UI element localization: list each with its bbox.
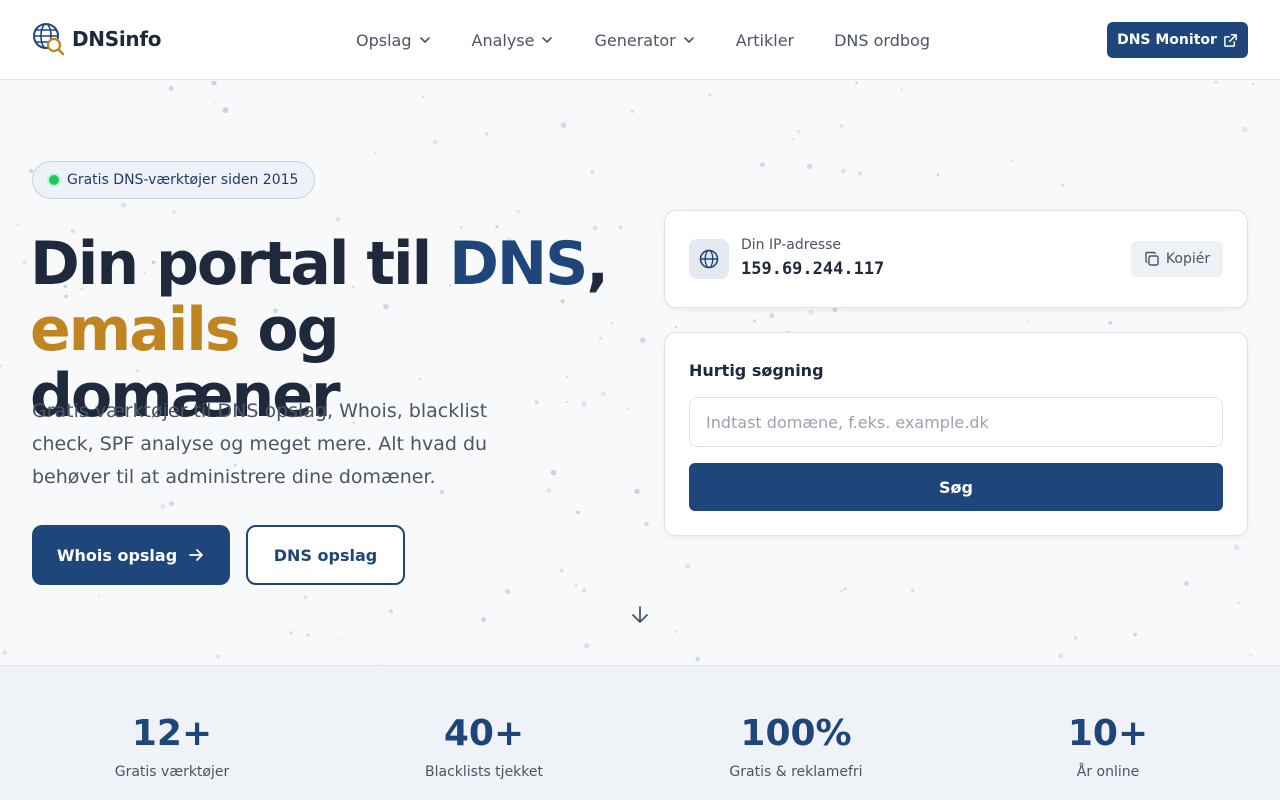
headline-highlight-emails: emails <box>30 295 241 365</box>
ip-icon-box <box>689 239 729 279</box>
nav-item-analyse[interactable]: Analyse <box>472 28 555 52</box>
status-dot <box>49 175 59 185</box>
brand-name: DNSinfo <box>72 27 162 51</box>
stat-value: 10+ <box>1067 713 1149 754</box>
nav-item-label: Analyse <box>471 30 535 50</box>
ip-address-card: Din IP-adresse 159.69.244.117 Kopiér <box>664 210 1248 308</box>
quick-search-title: Hurtig søgning <box>689 361 824 380</box>
arrow-right-icon <box>189 549 204 561</box>
stat-value: 12+ <box>131 713 213 754</box>
nav-item-opslag[interactable]: Opslag <box>356 28 432 52</box>
globe-icon <box>699 249 719 269</box>
stat-label: År online <box>1076 764 1140 780</box>
nav-item-dns-ordbog[interactable]: DNS ordbog <box>834 28 930 52</box>
copy-ip-button[interactable]: Kopiér <box>1131 241 1223 277</box>
site-header: DNSinfo Opslag Analyse Generator Artikle… <box>0 0 1280 80</box>
stats-section: 12+ Gratis værktøjer 40+ Blacklists tjek… <box>0 665 1280 800</box>
badge-text: Gratis DNS-værktøjer siden 2015 <box>67 172 299 188</box>
dns-monitor-button[interactable]: DNS Monitor <box>1107 22 1248 58</box>
headline-text: Din portal til <box>30 229 450 299</box>
external-link-icon <box>1224 33 1237 47</box>
hero-description: Gratis værktøjer til DNS opslag, Whois, … <box>32 400 488 488</box>
stat-item: 40+ Blacklists tjekket <box>334 712 634 780</box>
nav-item-label: Artikler <box>735 30 795 50</box>
hero-section: Gratis DNS-værktøjer siden 2015 Din port… <box>0 81 1280 665</box>
arrow-down-icon[interactable] <box>630 605 650 625</box>
nav-item-label: DNS ordbog <box>834 30 930 50</box>
stat-value: 100% <box>740 713 852 754</box>
whois-lookup-button[interactable]: Whois opslag <box>32 525 230 585</box>
chevron-down-icon <box>542 37 553 43</box>
dns-lookup-button[interactable]: DNS opslag <box>246 525 405 585</box>
stat-item: 10+ År online <box>958 712 1258 780</box>
main-nav: Opslag Analyse Generator Artikler DNS or… <box>356 28 970 52</box>
chevron-down-icon <box>419 37 430 43</box>
copy-icon <box>1145 251 1159 266</box>
headline-text: , <box>586 229 609 299</box>
ip-value: 159.69.244.117 <box>741 259 885 279</box>
copy-label: Kopiér <box>1165 251 1211 267</box>
stat-item: 100% Gratis & reklamefri <box>646 712 946 780</box>
chevron-down-icon <box>683 37 694 43</box>
nav-item-label: Opslag <box>356 30 412 50</box>
globe-search-logo-icon <box>33 23 64 56</box>
stat-label: Blacklists tjekket <box>425 764 543 780</box>
dns-monitor-label: DNS Monitor <box>1117 32 1217 48</box>
nav-item-generator[interactable]: Generator <box>594 28 695 52</box>
quick-search-card: Hurtig søgning Søg <box>664 332 1248 536</box>
dns-button-label: DNS opslag <box>273 545 378 565</box>
search-button[interactable]: Søg <box>689 463 1223 511</box>
whois-button-label: Whois opslag <box>56 545 178 565</box>
ip-label: Din IP-adresse <box>741 237 842 253</box>
stat-label: Gratis & reklamefri <box>729 764 863 780</box>
status-badge: Gratis DNS-værktøjer siden 2015 <box>32 161 316 199</box>
nav-item-label: Generator <box>594 30 676 50</box>
stat-item: 12+ Gratis værktøjer <box>22 712 322 780</box>
domain-search-input[interactable] <box>689 397 1223 447</box>
search-button-label: Søg <box>939 477 973 497</box>
logo[interactable]: DNSinfo <box>32 22 161 56</box>
stat-value: 40+ <box>443 713 525 754</box>
stat-label: Gratis værktøjer <box>114 764 230 780</box>
nav-item-artikler[interactable]: Artikler <box>736 28 794 52</box>
headline-highlight-dns: DNS <box>449 229 588 299</box>
